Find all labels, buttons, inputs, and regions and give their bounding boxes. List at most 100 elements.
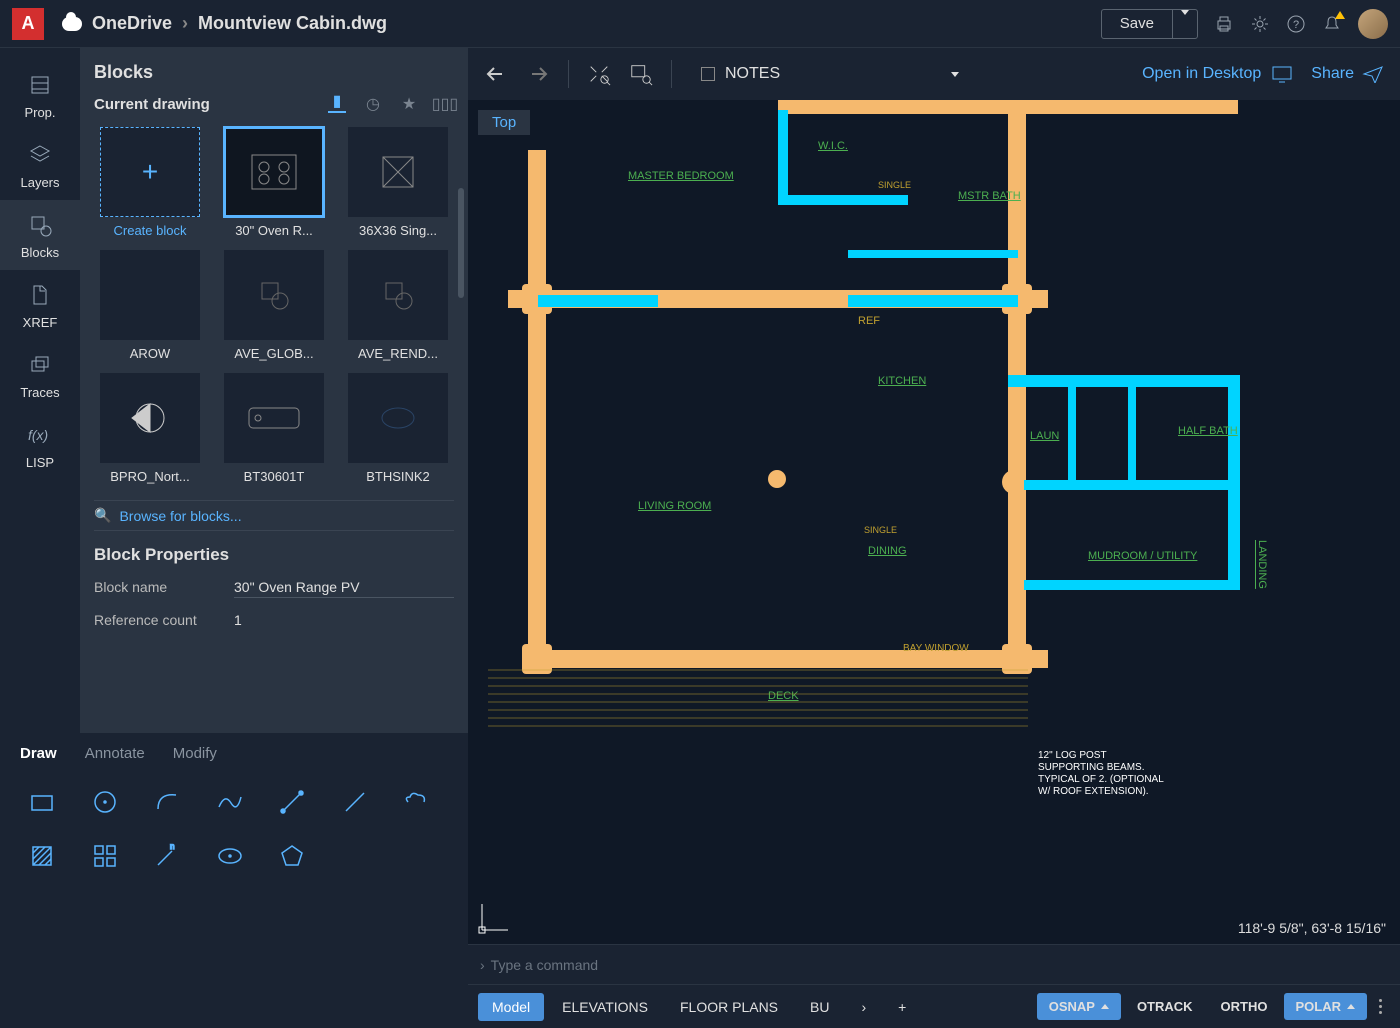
save-button[interactable]: Save (1102, 10, 1172, 38)
drawing-canvas[interactable]: Top 118'-9 5/8", 63'-8 15/16" MASTER BED… (468, 100, 1400, 944)
tool-polyline[interactable] (208, 780, 252, 824)
separator (568, 60, 569, 88)
layers-icon (26, 141, 54, 169)
bell-icon[interactable] (1322, 14, 1342, 34)
tab-modify[interactable]: Modify (173, 745, 217, 762)
browse-blocks-link[interactable]: 🔍 Browse for blocks... (94, 500, 454, 531)
tool-array[interactable] (83, 834, 127, 878)
room-label: MUDROOM / UTILITY (1088, 550, 1197, 562)
tool-dim[interactable]: n (145, 834, 189, 878)
block-label: 30" Oven R... (224, 223, 324, 238)
rail-layers[interactable]: Layers (0, 130, 80, 200)
block-36x36[interactable]: 36X36 Sing... (342, 127, 454, 238)
tab-annotate[interactable]: Annotate (85, 745, 145, 762)
app-logo[interactable]: A (12, 8, 44, 40)
tab-draw[interactable]: Draw (20, 745, 57, 762)
tool-revcloud[interactable] (395, 780, 439, 824)
tool-line[interactable] (333, 780, 377, 824)
layout-tab-add[interactable]: + (884, 993, 920, 1021)
block-bt30601t[interactable]: BT30601T (218, 373, 330, 484)
redo-icon[interactable] (526, 62, 550, 86)
rail-label: Blocks (21, 245, 59, 260)
tool-arc[interactable] (145, 780, 189, 824)
scrollbar-thumb[interactable] (458, 188, 464, 298)
filter-star-icon[interactable]: ★ (400, 95, 418, 113)
search-icon: 🔍 (94, 507, 111, 524)
coordinate-readout: 118'-9 5/8", 63'-8 15/16" (1238, 920, 1386, 936)
zoom-window-icon[interactable] (629, 62, 653, 86)
save-button-group: Save (1101, 9, 1198, 39)
prop-name-value[interactable]: 30" Oven Range PV (234, 579, 454, 598)
toggle-polar[interactable]: POLAR (1284, 993, 1368, 1020)
rail-blocks[interactable]: Blocks (0, 200, 80, 270)
canvas-toolbar: NOTES Open in Desktop Share (468, 48, 1400, 100)
block-properties-section: Block Properties Block name 30" Oven Ran… (94, 545, 454, 630)
filter-clock-icon[interactable]: ◷ (364, 95, 382, 113)
panel-title: Blocks (94, 62, 454, 83)
deck-hatch (488, 660, 1028, 780)
layout-tab-model[interactable]: Model (478, 993, 544, 1021)
layer-dropdown[interactable]: NOTES (690, 60, 970, 88)
layout-tab-next[interactable]: › (847, 993, 880, 1021)
filter-recent-icon[interactable]: ▮ (328, 95, 346, 113)
room-label: LIVING ROOM (638, 500, 711, 512)
properties-icon (26, 71, 54, 99)
layer-name: NOTES (725, 65, 780, 83)
toggle-otrack[interactable]: OTRACK (1125, 993, 1205, 1020)
tool-circle[interactable] (83, 780, 127, 824)
block-thumb (224, 250, 324, 340)
rail-traces[interactable]: Traces (0, 340, 80, 410)
rail-lisp[interactable]: f(x) LISP (0, 410, 80, 480)
block-label: AVE_REND... (348, 346, 448, 361)
zoom-extents-icon[interactable] (587, 62, 611, 86)
block-arow[interactable]: AROW (94, 250, 206, 361)
block-bthsink2[interactable]: BTHSINK2 (342, 373, 454, 484)
breadcrumb-root[interactable]: OneDrive (92, 13, 172, 34)
properties-title: Block Properties (94, 545, 454, 565)
room-label: LANDING (1256, 540, 1268, 589)
block-create[interactable]: + Create block (94, 127, 206, 238)
block-ave-glob[interactable]: AVE_GLOB... (218, 250, 330, 361)
avatar[interactable] (1358, 9, 1388, 39)
tool-rectangle[interactable] (20, 780, 64, 824)
share-link[interactable]: Share (1311, 65, 1384, 83)
undo-icon[interactable] (484, 62, 508, 86)
breadcrumb-file[interactable]: Mountview Cabin.dwg (198, 13, 387, 34)
save-dropdown[interactable] (1172, 10, 1197, 38)
block-oven-range[interactable]: 30" Oven R... (218, 127, 330, 238)
monitor-icon (1271, 65, 1293, 83)
layout-tab-truncated[interactable]: BU (796, 993, 843, 1021)
block-label: 36X36 Sing... (348, 223, 448, 238)
layout-tab-elevations[interactable]: ELEVATIONS (548, 993, 662, 1021)
floorplan: MASTER BEDROOM W.I.C. MSTR BATH KITCHEN … (468, 100, 1400, 944)
gear-icon[interactable] (1250, 14, 1270, 34)
open-in-desktop-link[interactable]: Open in Desktop (1142, 65, 1293, 83)
view-badge[interactable]: Top (478, 110, 530, 135)
room-label: MSTR BATH (958, 190, 1021, 202)
chevron-down-icon (951, 72, 959, 77)
command-bar[interactable]: › Type a command (468, 944, 1400, 984)
more-icon[interactable] (1371, 999, 1390, 1014)
help-icon[interactable]: ? (1286, 14, 1306, 34)
layout-tab-floorplans[interactable]: FLOOR PLANS (666, 993, 792, 1021)
toggle-osnap[interactable]: OSNAP (1037, 993, 1121, 1020)
cloud-icon (62, 17, 82, 31)
filter-library-icon[interactable]: ▯▯▯ (436, 95, 454, 113)
tool-line-2pt[interactable] (270, 780, 314, 824)
ucs-icon (474, 898, 514, 938)
tool-hatch[interactable] (20, 834, 64, 878)
block-bpro-north[interactable]: BPRO_Nort... (94, 373, 206, 484)
tool-ellipse[interactable] (208, 834, 252, 878)
draw-tools: n (20, 780, 448, 878)
tool-polygon[interactable] (270, 834, 314, 878)
toggle-ortho[interactable]: ORTHO (1209, 993, 1280, 1020)
rail-label: LISP (26, 455, 54, 470)
rail-label: Prop. (24, 105, 55, 120)
block-ave-rend[interactable]: AVE_REND... (342, 250, 454, 361)
block-label: Create block (100, 223, 200, 238)
block-label: BPRO_Nort... (100, 469, 200, 484)
block-thumb (348, 250, 448, 340)
print-icon[interactable] (1214, 14, 1234, 34)
rail-properties[interactable]: Prop. (0, 60, 80, 130)
rail-xref[interactable]: XREF (0, 270, 80, 340)
